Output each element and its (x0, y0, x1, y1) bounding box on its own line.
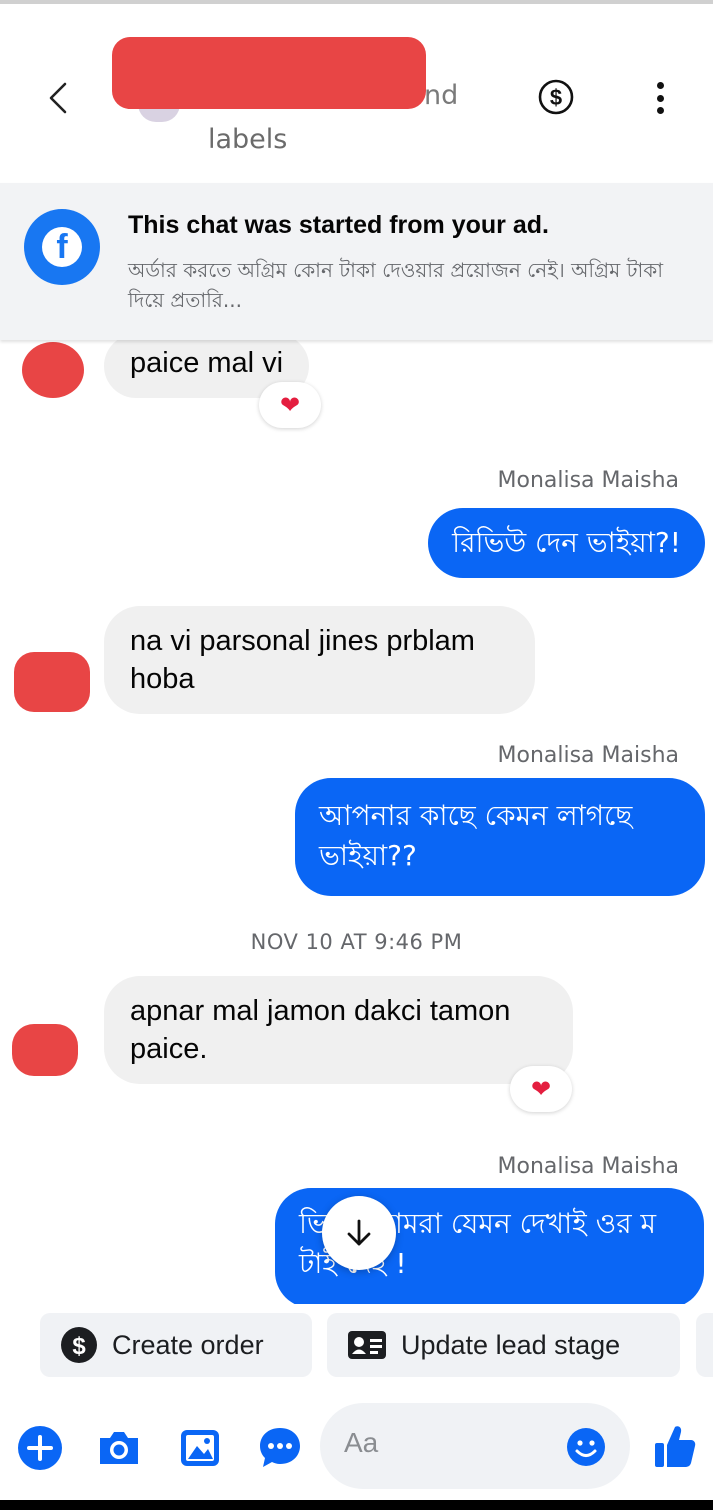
dollar-circle-icon: $ (538, 79, 574, 115)
heart-icon: ❤ (279, 391, 301, 419)
outgoing-message[interactable]: আপনার কাছে কেমন লাগছে ভাইয়া?? (295, 778, 705, 896)
sender-name: Monalisa Maisha (497, 743, 680, 768)
contact-name-redaction[interactable] (112, 37, 426, 109)
like-button[interactable] (650, 1421, 700, 1471)
thumbs-up-icon (655, 1426, 696, 1467)
ad-banner-body: অর্ডার করতে অগ্রিম কোন টাকা দেওয়ার প্রয… (128, 258, 664, 312)
avatar[interactable] (14, 652, 90, 712)
message-list[interactable]: paice mal vi ❤ Monalisa Maisha রিভিউ দেন… (0, 340, 713, 1304)
sender-name: Monalisa Maisha (497, 1154, 680, 1179)
system-nav-bar (0, 1500, 713, 1510)
dollar-circle-icon: $ (61, 1327, 97, 1363)
message-composer: Aa (0, 1395, 713, 1500)
more-quick-actions[interactable] (696, 1313, 713, 1377)
add-button[interactable] (17, 1425, 63, 1471)
incoming-message[interactable]: apnar mal jamon dakci tamon paice. (104, 976, 573, 1084)
camera-button[interactable] (96, 1425, 142, 1471)
quick-actions-bar: $ Create order Update lead stage (0, 1304, 713, 1394)
create-order-button[interactable]: $ Create order (40, 1313, 312, 1377)
update-lead-stage-button[interactable]: Update lead stage (327, 1313, 680, 1377)
heart-icon: ❤ (530, 1075, 552, 1103)
ad-origin-banner[interactable]: f This chat was started from your ad. অর… (0, 183, 713, 340)
plus-circle-icon (18, 1426, 62, 1470)
arrow-down-icon (347, 1219, 371, 1246)
emoji-icon (567, 1428, 605, 1466)
message-input[interactable]: Aa (320, 1403, 630, 1489)
heart-reaction[interactable]: ❤ (510, 1066, 572, 1112)
create-order-label: Create order (112, 1329, 264, 1360)
svg-text:$: $ (550, 85, 562, 110)
avatar[interactable] (12, 1024, 78, 1076)
svg-text:$: $ (72, 1333, 86, 1360)
incoming-message[interactable]: na vi parsonal jines prblam hoba (104, 606, 535, 714)
contact-card-icon (348, 1331, 386, 1359)
chat-extension-button[interactable] (257, 1425, 303, 1471)
facebook-icon: f (24, 209, 100, 285)
gallery-button[interactable] (177, 1425, 223, 1471)
message-input-placeholder: Aa (344, 1427, 379, 1458)
contact-name-visible-part: nd (424, 80, 459, 111)
scroll-to-bottom-button[interactable] (322, 1196, 396, 1270)
message-timestamp: NOV 10 AT 9:46 PM (250, 930, 463, 954)
payment-button[interactable]: $ (537, 78, 575, 116)
avatar[interactable] (22, 342, 84, 398)
outgoing-message[interactable]: রিভিউ দেন ভাইয়া?! (428, 508, 705, 578)
heart-reaction[interactable]: ❤ (259, 382, 321, 428)
chat-bubble-icon (260, 1428, 300, 1467)
emoji-button[interactable] (566, 1427, 606, 1467)
ad-banner-title: This chat was started from your ad. (128, 211, 549, 239)
back-button[interactable] (38, 74, 78, 122)
labels-subtitle[interactable]: labels (208, 124, 287, 155)
sender-name: Monalisa Maisha (497, 468, 680, 493)
update-lead-stage-label: Update lead stage (401, 1329, 621, 1360)
more-vertical-icon (656, 82, 664, 89)
chat-header: nd labels $ (0, 4, 713, 182)
camera-icon (100, 1432, 138, 1464)
more-options-button[interactable] (645, 78, 675, 118)
chevron-left-icon (49, 82, 67, 114)
image-icon (181, 1430, 219, 1466)
